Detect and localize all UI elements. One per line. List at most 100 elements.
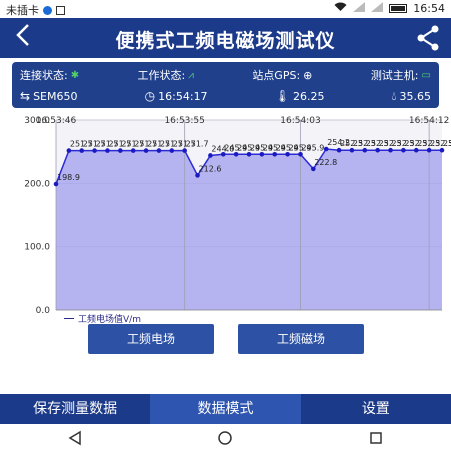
data-point (118, 148, 123, 153)
data-point (208, 153, 213, 158)
info-row-status: 连接状态: ✱ 工作状态: ⩘ 站点GPS: ⊕ 测试主机: ▭ (20, 65, 431, 85)
temperature-info: 🌡︎ 26.25 (275, 89, 325, 103)
y-tick-label: 100.0 (24, 243, 50, 253)
data-point (323, 146, 329, 152)
data-point (92, 148, 97, 153)
data-label: 198.9 (57, 173, 80, 182)
host-label: 测试主机: (370, 69, 419, 82)
data-point (195, 173, 200, 178)
data-point (130, 148, 136, 153)
data-point (105, 148, 110, 153)
device-info: ⇆ SEM650 (20, 89, 77, 103)
carrier-text: 未插卡 (6, 4, 39, 17)
data-point (182, 148, 187, 153)
info-row-values: ⇆ SEM650 ◷ 16:54:17 🌡︎ 26.25 💧︎ 35.65 (20, 86, 431, 106)
data-label: 212.6 (199, 164, 222, 173)
data-point (336, 147, 342, 153)
data-point (362, 147, 368, 153)
droplet-icon: 💧︎ (391, 88, 397, 103)
navigation-bar (0, 424, 451, 451)
data-point (413, 147, 419, 153)
data-point (259, 151, 265, 157)
data-point (156, 148, 162, 153)
status-left: 未插卡 (6, 2, 65, 18)
chart-svg: 300.0200.0100.00.016:53:46 16:53:55 16:54:… (24, 116, 451, 316)
signal-icon-2 (371, 2, 384, 15)
data-point (233, 151, 239, 157)
y-tick-label: 0.0 (36, 306, 51, 316)
share-button[interactable] (415, 24, 443, 52)
data-point (311, 166, 316, 172)
x-tick-label: 16:53:46 (36, 116, 77, 126)
back-button[interactable] (8, 22, 38, 54)
square-recents-icon (370, 431, 382, 444)
title-bar: 便携式工频电磁场测试仪 (0, 18, 451, 58)
battery-status-icon: ▭ (421, 69, 431, 81)
magnetic-field-button[interactable]: 工频磁场 (238, 324, 364, 354)
work-status: 工作状态: ⩘ (138, 67, 194, 83)
info-panel: 连接状态: ✱ 工作状态: ⩘ 站点GPS: ⊕ 测试主机: ▭ ⇆ SEM65… (12, 62, 439, 108)
gps-label: 站点GPS: (252, 69, 301, 82)
data-point (298, 151, 303, 157)
data-point (79, 148, 85, 153)
y-tick-label: 200.0 (24, 179, 50, 189)
data-point (66, 148, 72, 153)
device-icon: ⇆ (20, 89, 31, 103)
tab-save-data[interactable]: 保存测量数据 (0, 394, 151, 424)
image-notification-icon (56, 5, 65, 15)
connection-status: 连接状态: ✱ (20, 67, 79, 83)
nav-back-button[interactable] (55, 428, 95, 448)
thermometer-icon: 🌡︎ (274, 89, 290, 103)
data-point (220, 151, 226, 157)
host-status: 测试主机: ▭ (371, 67, 431, 83)
device-name: SEM650 (33, 89, 78, 103)
pulse-icon: ⩘ (188, 69, 194, 81)
chevron-left-icon (16, 24, 29, 46)
data-point (388, 147, 393, 153)
data-point (375, 147, 380, 153)
legend-line-icon (64, 318, 74, 319)
data-point (439, 147, 445, 153)
humidity-value: 35.65 (399, 89, 431, 103)
wifi-icon (334, 2, 347, 15)
data-point (285, 151, 290, 157)
bottom-tabs: 保存测量数据 数据模式 设置 (0, 394, 451, 424)
time-value: 16:54:17 (158, 89, 208, 103)
clock-text: 16:54 (413, 2, 445, 15)
status-bar: 未插卡 16:54 (0, 0, 451, 18)
bluetooth-icon: ✱ (70, 69, 80, 81)
x-tick-label: 16:54:03 (280, 116, 320, 126)
x-tick-label: 16:53:55 (164, 116, 204, 126)
x-tick-label: 16:54:12 (409, 116, 449, 126)
gps-icon: ⊕ (303, 68, 313, 82)
triangle-back-icon (68, 430, 81, 445)
connection-label: 连接状态: (20, 69, 68, 82)
battery-icon (389, 4, 408, 13)
share-icon (417, 25, 439, 51)
tab-settings[interactable]: 设置 (300, 394, 451, 424)
data-point (246, 151, 252, 157)
data-point (426, 147, 432, 153)
gps-status: 站点GPS: ⊕ (252, 67, 312, 83)
time-info: ◷ 16:54:17 (145, 89, 208, 103)
app-notification-icon (43, 5, 52, 15)
data-point (349, 147, 355, 153)
tab-data-mode[interactable]: 数据模式 (150, 394, 301, 424)
temperature-value: 26.25 (292, 89, 325, 103)
electric-field-button[interactable]: 工频电场 (88, 324, 214, 354)
nav-home-button[interactable] (205, 428, 245, 448)
status-right: 16:54 (334, 2, 445, 15)
data-point (143, 148, 149, 153)
data-label: 222.8 (314, 158, 337, 167)
nav-recents-button[interactable] (356, 428, 396, 448)
data-point (169, 148, 175, 153)
page-title: 便携式工频电磁场测试仪 (115, 30, 336, 52)
data-point (272, 151, 278, 157)
data-label: 245.9 (301, 143, 324, 152)
humidity-info: 💧︎ 35.65 (392, 89, 431, 104)
field-chart: 300.0 200.0 100.0 0.0 16:53:46 16:53:55 16:54:… (0, 112, 451, 330)
work-label: 工作状态: (137, 69, 186, 82)
data-point (401, 147, 406, 153)
area-fill (56, 149, 442, 310)
circle-home-icon (218, 430, 233, 445)
